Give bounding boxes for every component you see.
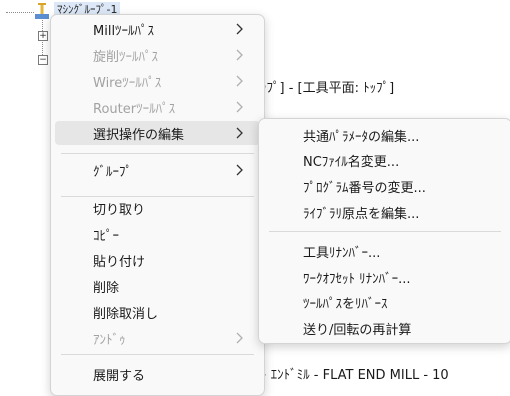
- menu-separator: [269, 231, 501, 232]
- menu-item-undelete[interactable]: 削除取消し: [55, 300, 260, 324]
- chevron-right-icon: [236, 75, 243, 87]
- menu-item-label: 削除取消し: [93, 307, 159, 322]
- machine-group-icon: [35, 3, 49, 19]
- menu-separator: [61, 153, 254, 154]
- menu-item-label: 選択操作の編集: [93, 128, 185, 143]
- menu-item-cut[interactable]: 切り取り: [55, 196, 260, 220]
- menu-item-label: 切り取り: [93, 203, 146, 218]
- submenu-item-label: 送り/回転の再計算: [303, 323, 412, 338]
- menu-item-wire-toolpaths[interactable]: Wireﾂｰﾙﾊﾟｽ: [55, 69, 260, 93]
- submenu-item-change-program-number[interactable]: ﾌﾟﾛｸﾞﾗﾑ番号の変更...: [263, 174, 507, 198]
- operation-text: ﾄ ｴﾝﾄﾞﾐﾙ - FLAT END MILL - 10: [260, 368, 449, 383]
- tree-connector: [6, 12, 34, 13]
- submenu-item-edit-common-parameters[interactable]: 共通ﾊﾟﾗﾒｰﾀの編集...: [263, 123, 507, 147]
- submenu-item-label: NCﾌｧｲﾙ名変更...: [303, 155, 400, 170]
- menu-item-label: 展開する: [93, 369, 146, 384]
- chevron-right-icon: [236, 332, 243, 344]
- submenu-item-reverse-toolpath[interactable]: ﾂｰﾙﾊﾟｽをﾘﾊﾞｰｽ: [263, 290, 507, 314]
- submenu-item-recalculate-feeds-speeds[interactable]: 送り/回転の再計算: [263, 316, 507, 340]
- submenu-item-rename-nc-file[interactable]: NCﾌｧｲﾙ名変更...: [263, 148, 507, 172]
- menu-item-copy[interactable]: ｺﾋﾟｰ: [55, 222, 260, 246]
- chevron-right-icon: [236, 127, 243, 139]
- chevron-right-icon: [236, 23, 243, 35]
- menu-separator: [61, 354, 254, 355]
- menu-item-paste[interactable]: 貼り付け: [55, 248, 260, 272]
- menu-item-label: ｱﾝﾄﾞｩ: [93, 333, 126, 348]
- menu-item-lathe-toolpaths[interactable]: 旋削ﾂｰﾙﾊﾟｽ: [55, 43, 260, 67]
- menu-item-label: ｺﾋﾟｰ: [93, 229, 119, 244]
- menu-item-label: Wireﾂｰﾙﾊﾟｽ: [93, 76, 162, 91]
- expand-toggle[interactable]: +: [38, 31, 48, 41]
- menu-item-expand[interactable]: 展開する: [55, 362, 260, 386]
- submenu-item-label: ﾗｲﾌﾞﾗﾘ原点を編集...: [303, 207, 420, 222]
- menu-item-label: Millﾂｰﾙﾊﾟｽ: [93, 24, 155, 39]
- menu-item-groups[interactable]: ｸﾞﾙｰﾌﾟ: [55, 158, 260, 182]
- chevron-right-icon: [236, 164, 243, 176]
- submenu-item-label: 工具ﾘﾅﾝﾊﾞｰ...: [303, 246, 381, 261]
- menu-item-edit-selected-operations[interactable]: 選択操作の編集: [55, 121, 260, 145]
- chevron-right-icon: [236, 101, 243, 113]
- menu-item-label: Routerﾂｰﾙﾊﾟｽ: [93, 102, 176, 117]
- menu-item-label: 削除: [93, 281, 120, 296]
- menu-item-router-toolpaths[interactable]: Routerﾂｰﾙﾊﾟｽ: [55, 95, 260, 119]
- chevron-right-icon: [236, 49, 243, 61]
- submenu-item-label: ﾌﾟﾛｸﾞﾗﾑ番号の変更...: [303, 181, 426, 196]
- submenu-item-label: ﾂｰﾙﾊﾟｽをﾘﾊﾞｰｽ: [303, 297, 388, 312]
- menu-item-label: 旋削ﾂｰﾙﾊﾟｽ: [93, 50, 159, 65]
- submenu-item-renumber-tools[interactable]: 工具ﾘﾅﾝﾊﾞｰ...: [263, 239, 507, 263]
- submenu-item-label: 共通ﾊﾟﾗﾒｰﾀの編集...: [303, 130, 420, 145]
- toolpath-group-text: ｯﾌﾟ] - [工具平面: ﾄｯﾌﾟ]: [260, 81, 395, 96]
- menu-item-mill-toolpaths[interactable]: Millﾂｰﾙﾊﾟｽ: [55, 17, 260, 41]
- menu-item-delete[interactable]: 削除: [55, 274, 260, 298]
- submenu-item-edit-library-origin[interactable]: ﾗｲﾌﾞﾗﾘ原点を編集...: [263, 200, 507, 224]
- submenu-item-renumber-work-offsets[interactable]: ﾜｰｸｵﾌｾｯﾄ ﾘﾅﾝﾊﾞｰ...: [263, 265, 507, 289]
- submenu-item-label: ﾜｰｸｵﾌｾｯﾄ ﾘﾅﾝﾊﾞｰ...: [303, 272, 411, 287]
- menu-item-label: 貼り付け: [93, 255, 146, 270]
- menu-item-label: ｸﾞﾙｰﾌﾟ: [93, 165, 132, 180]
- collapse-toggle[interactable]: −: [38, 55, 48, 65]
- menu-item-undo[interactable]: ｱﾝﾄﾞｩ: [55, 326, 260, 350]
